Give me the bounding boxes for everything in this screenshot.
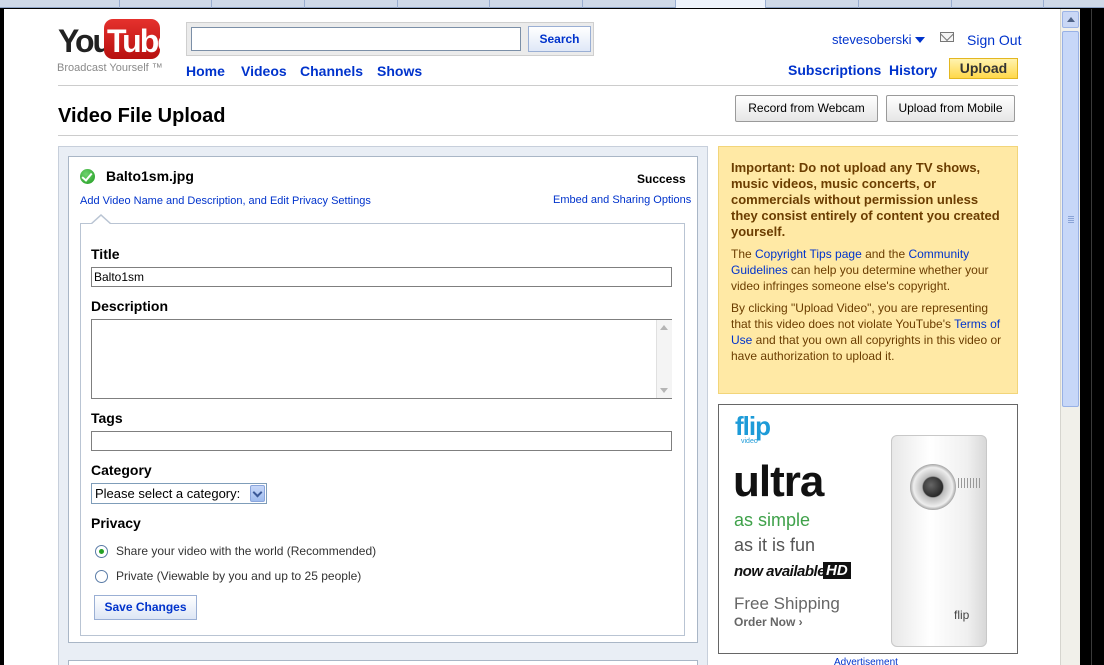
privacy-private-label[interactable]: Private (Viewable by you and up to 25 pe… <box>116 569 361 583</box>
notice-text: and the <box>861 247 909 261</box>
chevron-down-icon[interactable] <box>915 37 925 43</box>
category-select[interactable]: Please select a category: <box>91 483 267 504</box>
window-edge <box>1080 9 1104 665</box>
ad-brand-sub: video <box>741 438 758 445</box>
nav-videos[interactable]: Videos <box>241 63 287 79</box>
camera-lens-ring <box>910 464 956 510</box>
privacy-public-radio[interactable] <box>95 545 108 558</box>
save-changes-button[interactable]: Save Changes <box>94 595 197 620</box>
upload-status: Success <box>637 172 686 186</box>
browser-tab[interactable] <box>120 0 212 8</box>
history-link[interactable]: History <box>889 62 937 78</box>
page-viewport: You Tube Broadcast Yourself ™ Search Hom… <box>4 9 1060 665</box>
scroll-up-icon[interactable] <box>660 325 668 330</box>
description-label: Description <box>91 298 169 314</box>
privacy-private-radio[interactable] <box>95 570 108 583</box>
logo-tube-badge: Tube <box>104 19 175 59</box>
flip-video-advertisement[interactable]: flip video ultra as simple as it is fun … <box>718 404 1018 654</box>
notice-important: Important: Do not upload any TV shows, m… <box>731 160 1000 239</box>
next-upload-panel <box>68 660 698 665</box>
scroll-thumb[interactable] <box>1062 31 1079 407</box>
mail-icon[interactable] <box>940 32 954 42</box>
browser-tab[interactable] <box>490 0 583 8</box>
advertisement-label: Advertisement <box>834 657 898 665</box>
privacy-label: Privacy <box>91 515 141 531</box>
grip-line <box>1068 220 1074 221</box>
page-title: Video File Upload <box>58 105 226 127</box>
upload-button[interactable]: Upload <box>949 58 1018 79</box>
dropdown-arrow-icon[interactable] <box>250 485 265 502</box>
camera-logo: flip <box>954 608 970 622</box>
search-input[interactable] <box>191 27 521 51</box>
upload-from-mobile-button[interactable]: Upload from Mobile <box>886 95 1015 122</box>
browser-tab-active[interactable] <box>676 0 766 8</box>
browser-tab[interactable] <box>212 0 305 8</box>
category-selected-value: Please select a category: <box>95 486 241 501</box>
username-link[interactable]: stevesoberski <box>832 32 911 47</box>
search-bar: Search <box>186 22 594 56</box>
copyright-tips-link[interactable]: Copyright Tips page <box>755 247 862 261</box>
grip-line <box>1068 222 1074 223</box>
browser-tab[interactable] <box>0 0 120 8</box>
page-scrollbar[interactable] <box>1060 9 1080 665</box>
privacy-public-label[interactable]: Share your video with the world (Recomme… <box>116 544 376 558</box>
notice-text: The <box>731 247 756 261</box>
scroll-up-icon[interactable] <box>1062 11 1079 28</box>
title-divider <box>58 135 1018 136</box>
ad-free-shipping: Free Shipping <box>734 594 840 613</box>
notice-text: By clicking "Upload Video", you are repr… <box>731 301 989 331</box>
check-circle-icon <box>80 169 95 184</box>
sign-out-link[interactable]: Sign Out <box>967 32 1021 48</box>
logo-tagline: Broadcast Yourself ™ <box>57 62 163 74</box>
description-textarea[interactable] <box>91 319 672 399</box>
nav-shows[interactable]: Shows <box>377 63 422 79</box>
scroll-down-icon[interactable] <box>660 388 668 393</box>
notice-paragraph-1: The Copyright Tips page and the Communit… <box>731 246 1005 294</box>
upload-filename: Balto1sm.jpg <box>106 168 194 184</box>
camera-lens-icon <box>923 477 943 497</box>
header-divider <box>58 85 1018 86</box>
browser-tab[interactable] <box>766 0 859 8</box>
browser-tab-strip <box>0 0 1104 8</box>
ad-hd-badge: HD <box>823 562 851 579</box>
camcorder-image: flip <box>891 435 987 647</box>
grip-line <box>1068 218 1074 219</box>
copyright-notice: Important: Do not upload any TV shows, m… <box>718 146 1018 394</box>
tags-input[interactable] <box>91 431 672 451</box>
youtube-logo[interactable]: You Tube <box>58 19 175 61</box>
ad-order-now[interactable]: Order Now › <box>734 615 803 629</box>
notice-text: and that you own all copyrights in this … <box>731 333 1002 363</box>
browser-tab[interactable] <box>859 0 952 8</box>
edit-video-details-link[interactable]: Add Video Name and Description, and Edit… <box>80 195 371 207</box>
ad-product: ultra <box>733 457 824 506</box>
camera-mic-grille <box>958 478 980 488</box>
tags-label: Tags <box>91 410 123 426</box>
form-pointer-inner <box>91 216 111 225</box>
description-scrollbar[interactable] <box>656 320 672 398</box>
ad-line-2: as it is fun <box>734 535 816 555</box>
browser-tab[interactable] <box>398 0 490 8</box>
browser-tab[interactable] <box>583 0 676 8</box>
browser-tab[interactable] <box>305 0 398 8</box>
search-button[interactable]: Search <box>528 26 591 52</box>
ad-line-1: as simple <box>734 510 811 530</box>
category-label: Category <box>91 462 152 478</box>
notice-paragraph-2: By clicking "Upload Video", you are repr… <box>731 300 1005 364</box>
record-from-webcam-button[interactable]: Record from Webcam <box>735 95 878 122</box>
subscriptions-link[interactable]: Subscriptions <box>788 62 881 78</box>
window-edge-line <box>1091 9 1092 665</box>
nav-home[interactable]: Home <box>186 63 225 79</box>
grip-line <box>1068 216 1074 217</box>
embed-sharing-options-link[interactable]: Embed and Sharing Options <box>553 194 691 206</box>
browser-tab[interactable] <box>952 0 1044 8</box>
nav-channels[interactable]: Channels <box>300 63 363 79</box>
logo-tube-text: Tube <box>107 23 175 59</box>
title-input[interactable] <box>91 267 672 287</box>
title-label: Title <box>91 246 120 262</box>
logo-you-text: You <box>58 23 112 59</box>
